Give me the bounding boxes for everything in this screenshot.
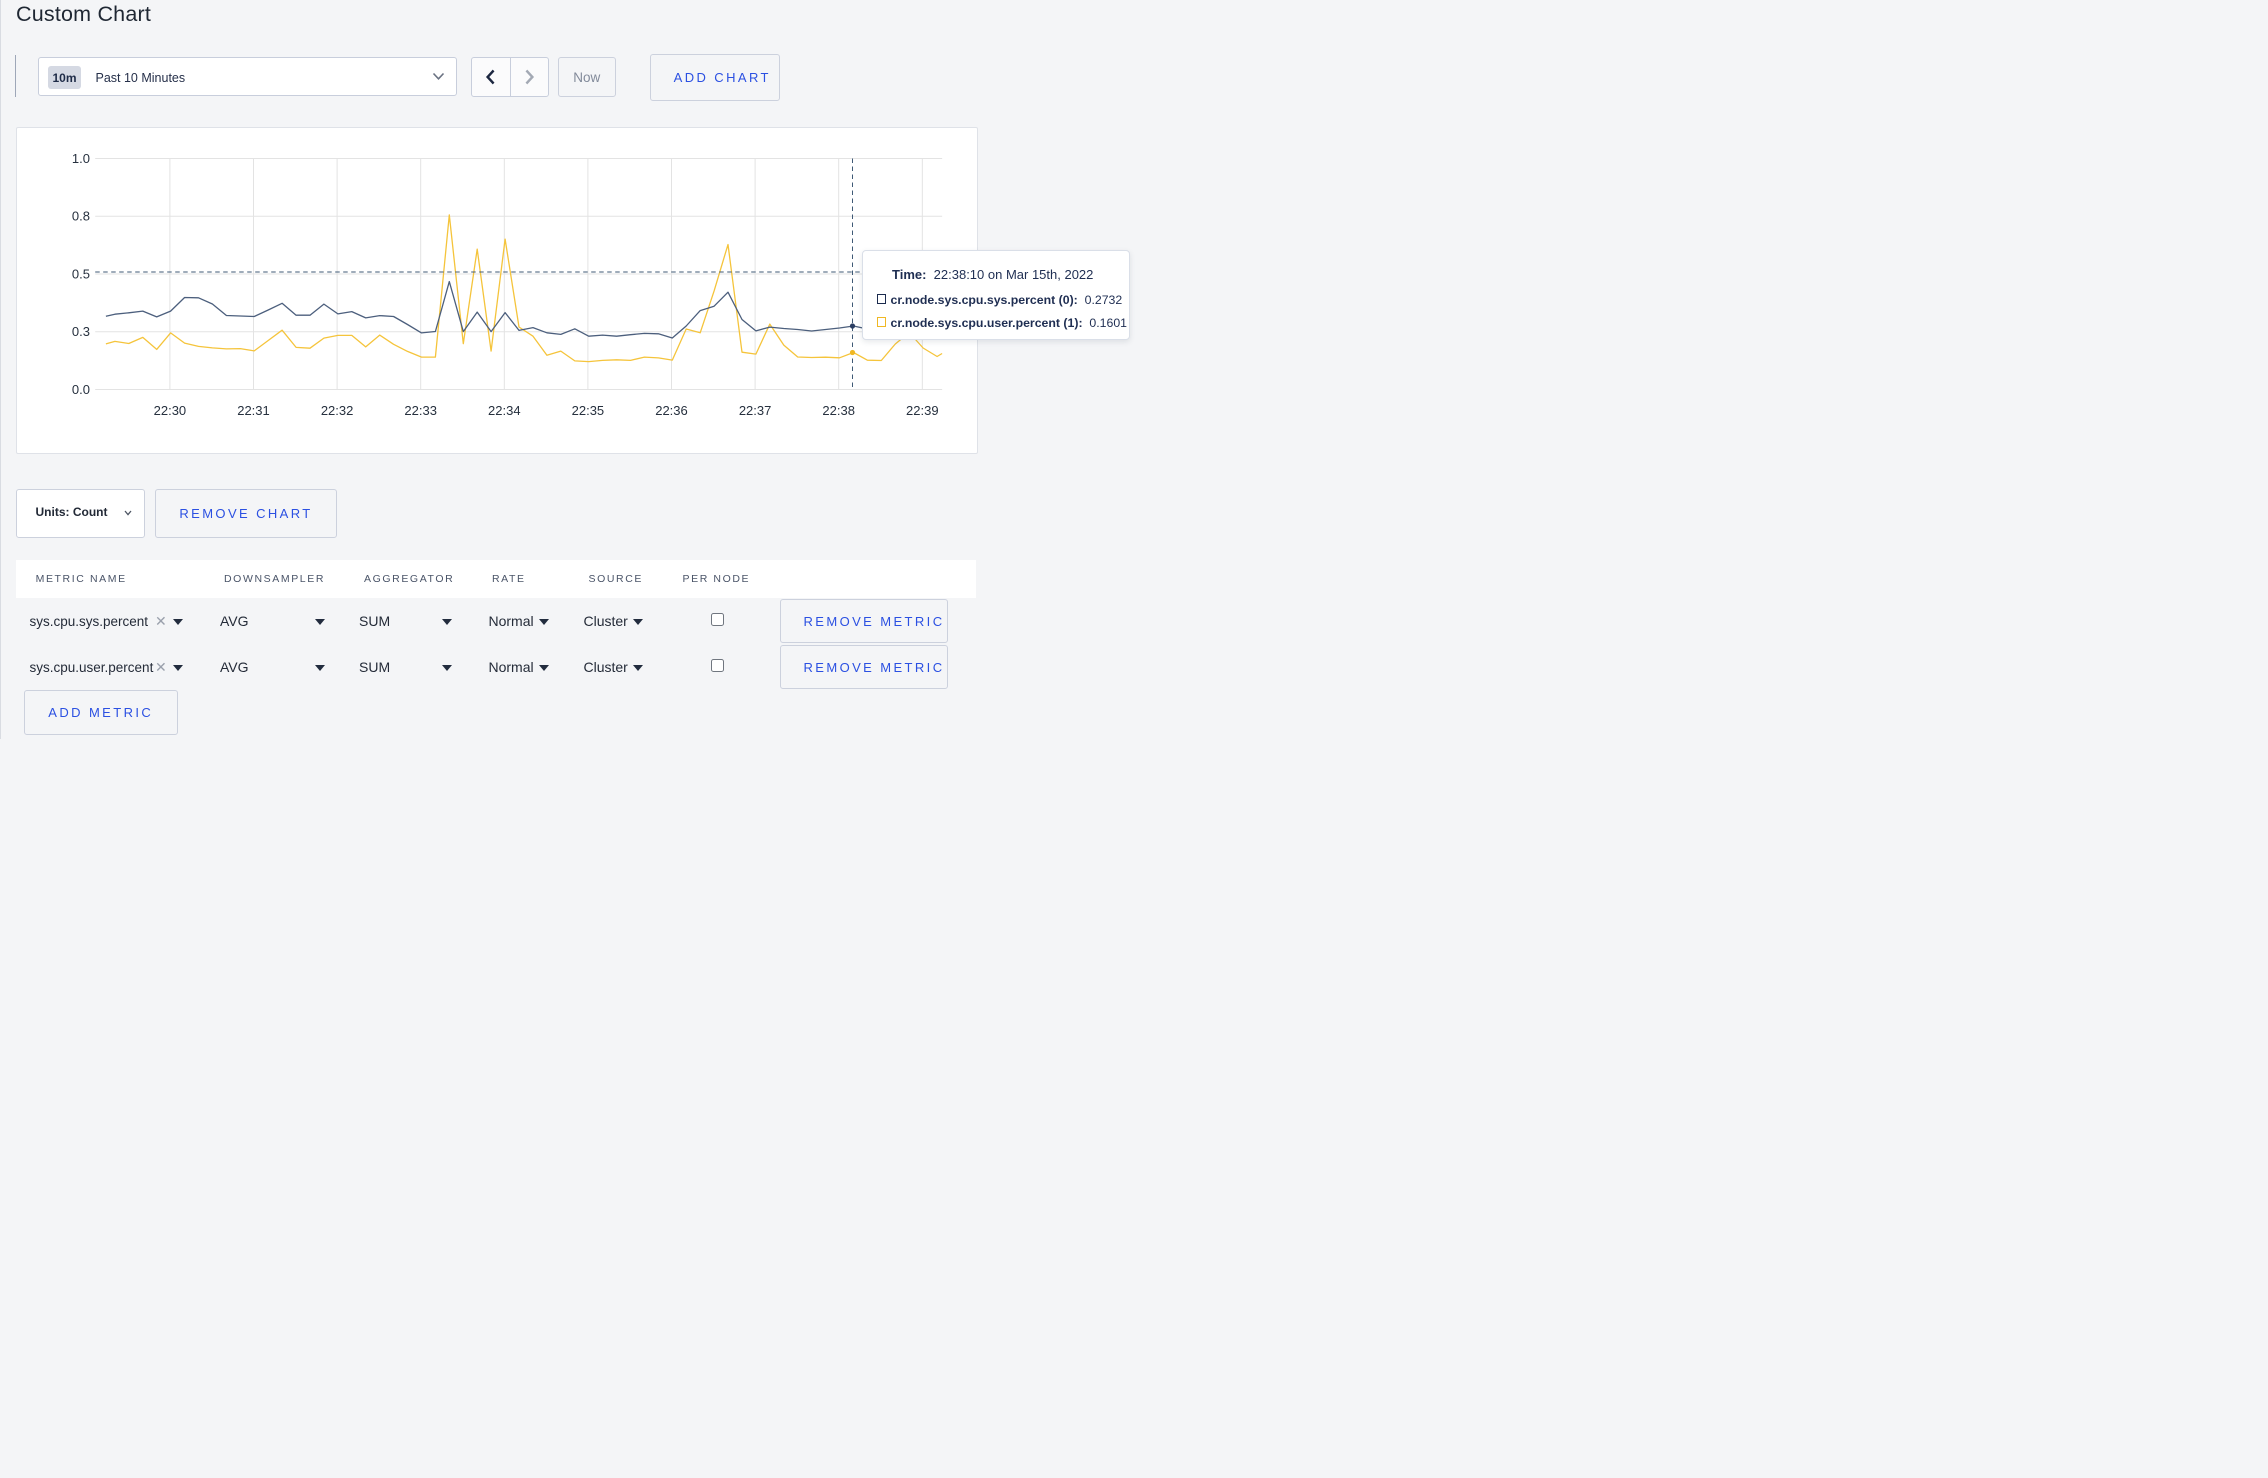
svg-text:22:34: 22:34: [488, 403, 521, 418]
svg-text:0.8: 0.8: [72, 208, 90, 223]
svg-text:22:37: 22:37: [739, 403, 772, 418]
svg-text:0.3: 0.3: [72, 324, 90, 339]
svg-text:22:38: 22:38: [822, 403, 855, 418]
svg-text:22:35: 22:35: [572, 403, 605, 418]
svg-text:22:32: 22:32: [321, 403, 354, 418]
svg-text:1.0: 1.0: [72, 150, 90, 165]
svg-text:22:30: 22:30: [154, 403, 187, 418]
svg-text:0.0: 0.0: [72, 381, 90, 396]
svg-text:0.5: 0.5: [72, 266, 90, 281]
svg-text:22:39: 22:39: [906, 403, 939, 418]
svg-text:22:31: 22:31: [237, 403, 270, 418]
svg-text:22:33: 22:33: [404, 403, 437, 418]
svg-text:22:36: 22:36: [655, 403, 688, 418]
